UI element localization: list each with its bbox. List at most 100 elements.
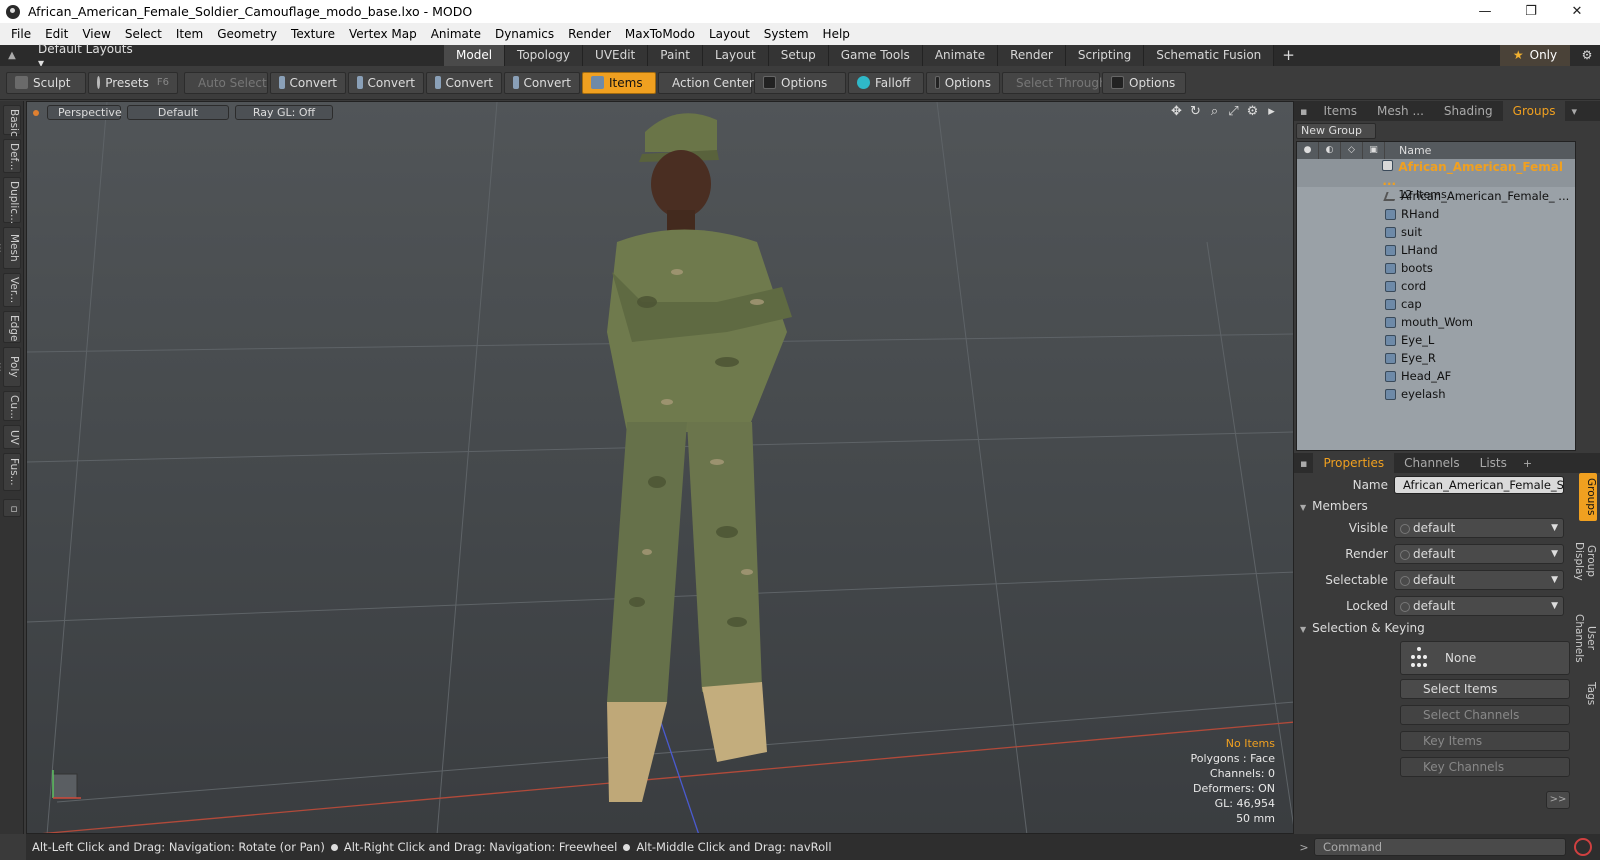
tab-layout[interactable]: Layout — [702, 45, 769, 66]
falloff-button[interactable]: Falloff — [848, 71, 924, 94]
select-column-icon[interactable]: ◇ — [1341, 142, 1363, 159]
menu-geometry[interactable]: Geometry — [210, 23, 284, 45]
restore-button[interactable]: ❐ — [1508, 0, 1554, 23]
rotate-icon[interactable]: ↻ — [1186, 104, 1205, 119]
zoom-icon[interactable]: ⌕ — [1205, 104, 1224, 119]
strip-tab-polygon[interactable]: Poly ... — [0, 347, 21, 387]
command-input[interactable]: Command — [1314, 838, 1566, 856]
menu-animate[interactable]: Animate — [424, 23, 488, 45]
tab-items[interactable]: Items — [1313, 101, 1367, 121]
3d-viewport[interactable]: Perspective Default Ray GL: Off ✥ ↻ ⌕ ⤢ … — [26, 101, 1294, 834]
list-item[interactable]: RHand — [1297, 205, 1575, 223]
new-group-button[interactable]: New Group — [1296, 123, 1376, 139]
select-through-button[interactable]: Select Through — [1002, 71, 1107, 94]
panel-menu-icon[interactable]: ▪ — [1294, 457, 1313, 470]
tab-model[interactable]: Model — [444, 45, 506, 66]
menu-render[interactable]: Render — [561, 23, 618, 45]
lock-column-icon[interactable]: ▣ — [1363, 142, 1385, 159]
minimize-button[interactable]: — — [1462, 0, 1508, 23]
menu-system[interactable]: System — [757, 23, 816, 45]
close-button[interactable]: ✕ — [1554, 0, 1600, 23]
locked-dropdown[interactable]: default ▼ — [1394, 596, 1564, 616]
selectable-dropdown[interactable]: default ▼ — [1394, 570, 1564, 590]
strip-tab-mesh[interactable]: Mesh ... — [0, 227, 21, 269]
stop-icon[interactable] — [1574, 838, 1592, 856]
layout-home-icon[interactable]: ▲ — [0, 50, 24, 61]
auto-select-button[interactable]: Auto Select — [184, 71, 268, 94]
none-selection-button[interactable]: None — [1400, 641, 1570, 675]
falloff-options-button[interactable]: Options — [926, 71, 1000, 94]
menu-help[interactable]: Help — [816, 23, 857, 45]
render-column-icon[interactable]: ◐ — [1319, 142, 1341, 159]
menu-texture[interactable]: Texture — [284, 23, 342, 45]
add-tab-button[interactable]: + — [1517, 457, 1538, 470]
list-item[interactable]: Eye_L — [1297, 331, 1575, 349]
select-through-options-button[interactable]: Options — [1102, 71, 1186, 94]
tab-topology[interactable]: Topology — [505, 45, 584, 66]
list-item[interactable]: cap — [1297, 295, 1575, 313]
convert-button-4[interactable]: Convert — [504, 71, 580, 94]
list-item[interactable]: suit — [1297, 223, 1575, 241]
raygl-toggle[interactable]: Ray GL: Off — [235, 105, 333, 120]
only-toggle[interactable]: ★ Only — [1500, 45, 1570, 66]
key-items-button[interactable]: Key Items — [1400, 731, 1570, 751]
viewport-settings-icon[interactable]: ⚙ — [1243, 104, 1262, 119]
tab-paint[interactable]: Paint — [648, 45, 703, 66]
add-tab-button[interactable]: + — [1274, 45, 1303, 66]
menu-vertex-map[interactable]: Vertex Map — [342, 23, 424, 45]
menu-dynamics[interactable]: Dynamics — [488, 23, 561, 45]
visible-dropdown[interactable]: default ▼ — [1394, 518, 1564, 538]
members-section[interactable]: ▼ Members — [1300, 499, 1368, 513]
tab-game-tools[interactable]: Game Tools — [828, 45, 923, 66]
presets-button[interactable]: Presets F6 — [88, 71, 178, 94]
tab-setup[interactable]: Setup — [768, 45, 829, 66]
strip-tab-duplicate[interactable]: Duplic... — [3, 177, 21, 224]
tab-uvedit[interactable]: UVEdit — [583, 45, 649, 66]
side-tab-groups[interactable]: Groups — [1579, 473, 1597, 521]
groups-list[interactable]: ● ◐ ◇ ▣ Name African_American_Femal ... … — [1296, 141, 1576, 451]
sculpt-button[interactable]: Sculpt — [6, 71, 86, 94]
tab-lists[interactable]: Lists — [1470, 453, 1517, 473]
strip-tab-basic[interactable]: Basic — [3, 105, 21, 137]
visibility-column-eye-icon[interactable]: ● — [1297, 142, 1319, 159]
menu-item[interactable]: Item — [169, 23, 210, 45]
strip-tab-edge[interactable]: Edge — [3, 311, 21, 343]
list-item[interactable]: eyelash — [1297, 385, 1575, 403]
render-dropdown[interactable]: default ▼ — [1394, 544, 1564, 564]
list-item[interactable]: Head_AF — [1297, 367, 1575, 385]
strip-tab-fusion[interactable]: Fus... — [3, 453, 21, 491]
expand-arrow-icon[interactable]: ▸ — [1262, 104, 1281, 119]
strip-tab-uv[interactable]: UV — [3, 425, 21, 449]
side-tab-tags[interactable]: Tags — [1579, 679, 1597, 709]
strip-tab-curve[interactable]: Cu... — [3, 391, 21, 421]
tab-scripting[interactable]: Scripting — [1065, 45, 1145, 66]
menu-maxtomodo[interactable]: MaxToModo — [618, 23, 702, 45]
convert-button-3[interactable]: Convert — [426, 71, 502, 94]
side-tab-group-display[interactable]: Group Display — [1573, 525, 1597, 597]
tab-channels[interactable]: Channels — [1394, 453, 1470, 473]
more-button[interactable]: >> — [1546, 791, 1570, 809]
tab-render[interactable]: Render — [998, 45, 1066, 66]
action-center-button[interactable]: Action Center — [658, 71, 754, 94]
selection-keying-section[interactable]: ▼ Selection & Keying — [1300, 621, 1425, 635]
group-row[interactable]: African_American_Femal ... 12 Items — [1297, 159, 1575, 201]
strip-expand-icon[interactable]: ▫ — [3, 499, 21, 517]
convert-button-2[interactable]: Convert — [348, 71, 424, 94]
strip-tab-deform[interactable]: Def... — [3, 139, 21, 173]
key-channels-button[interactable]: Key Channels — [1400, 757, 1570, 777]
select-channels-button[interactable]: Select Channels — [1400, 705, 1570, 725]
strip-tab-vertex[interactable]: Ver... — [3, 273, 21, 307]
tab-properties[interactable]: Properties — [1313, 453, 1395, 473]
view-type-dropdown[interactable]: Perspective — [47, 105, 122, 120]
tab-schematic-fusion[interactable]: Schematic Fusion — [1144, 45, 1275, 66]
list-item[interactable]: boots — [1297, 259, 1575, 277]
tab-animate[interactable]: Animate — [922, 45, 999, 66]
select-items-button[interactable]: Select Items — [1400, 679, 1570, 699]
items-mode-button[interactable]: Items — [582, 71, 656, 94]
viewport-menu-icon[interactable] — [33, 109, 39, 116]
panel-menu-icon[interactable]: ▪ — [1294, 105, 1313, 118]
list-item[interactable]: mouth_Wom — [1297, 313, 1575, 331]
side-tab-user-channels[interactable]: User Channels — [1573, 601, 1597, 675]
tab-groups[interactable]: Groups — [1502, 101, 1566, 121]
pan-icon[interactable]: ✥ — [1167, 104, 1186, 119]
